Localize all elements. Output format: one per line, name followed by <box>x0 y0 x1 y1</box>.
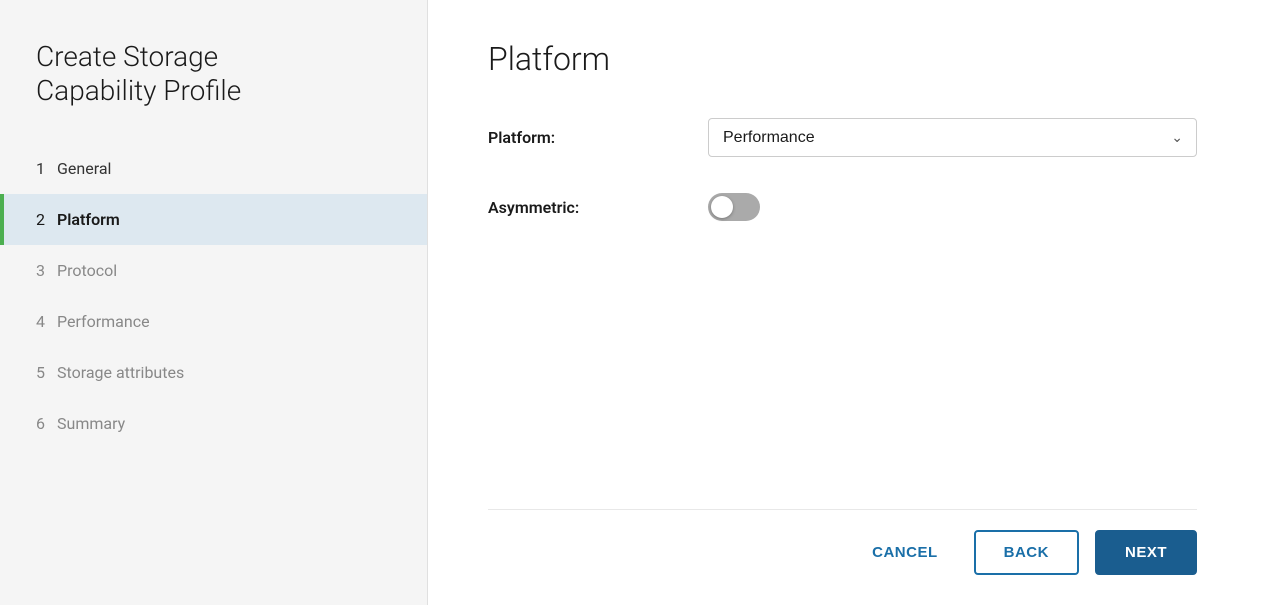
step-number-2: 2 <box>36 210 45 229</box>
platform-row: Platform: Performance Capacity All Flash… <box>488 118 1197 157</box>
asymmetric-row: Asymmetric: <box>488 193 1197 221</box>
form-section: Platform: Performance Capacity All Flash… <box>488 118 1197 509</box>
step-general[interactable]: 1 General <box>0 143 427 194</box>
step-protocol[interactable]: 3 Protocol <box>0 245 427 296</box>
steps-nav: 1 General 2 Platform 3 Protocol 4 Perfor… <box>0 143 427 449</box>
step-label-platform: Platform <box>57 210 120 229</box>
main-panel: Platform Platform: Performance Capacity … <box>428 0 1277 605</box>
step-number-1: 1 <box>36 159 45 178</box>
step-number-6: 6 <box>36 414 45 433</box>
next-button[interactable]: NEXT <box>1095 530 1197 575</box>
toggle-thumb <box>711 196 733 218</box>
step-label-protocol: Protocol <box>57 261 117 280</box>
step-performance[interactable]: 4 Performance <box>0 296 427 347</box>
asymmetric-control <box>708 193 1197 221</box>
platform-select[interactable]: Performance Capacity All Flash Hybrid <box>708 118 1197 157</box>
wizard-title: Create StorageCapability Profile <box>0 40 427 143</box>
step-label-general: General <box>57 159 111 178</box>
step-number-3: 3 <box>36 261 45 280</box>
sidebar: Create StorageCapability Profile 1 Gener… <box>0 0 428 605</box>
step-storage-attributes[interactable]: 5 Storage attributes <box>0 347 427 398</box>
asymmetric-label: Asymmetric: <box>488 198 708 217</box>
platform-label: Platform: <box>488 128 708 147</box>
step-platform[interactable]: 2 Platform <box>0 194 427 245</box>
page-title: Platform <box>488 40 1197 78</box>
platform-select-wrapper: Performance Capacity All Flash Hybrid ⌄ <box>708 118 1197 157</box>
step-label-summary: Summary <box>57 414 125 433</box>
step-number-4: 4 <box>36 312 45 331</box>
cancel-button[interactable]: CANCEL <box>852 530 958 575</box>
step-summary[interactable]: 6 Summary <box>0 398 427 449</box>
footer-buttons: CANCEL BACK NEXT <box>488 509 1197 575</box>
step-label-storage-attributes: Storage attributes <box>57 363 184 382</box>
step-number-5: 5 <box>36 363 45 382</box>
platform-control: Performance Capacity All Flash Hybrid ⌄ <box>708 118 1197 157</box>
back-button[interactable]: BACK <box>974 530 1079 575</box>
step-label-performance: Performance <box>57 312 150 331</box>
asymmetric-toggle[interactable] <box>708 193 760 221</box>
